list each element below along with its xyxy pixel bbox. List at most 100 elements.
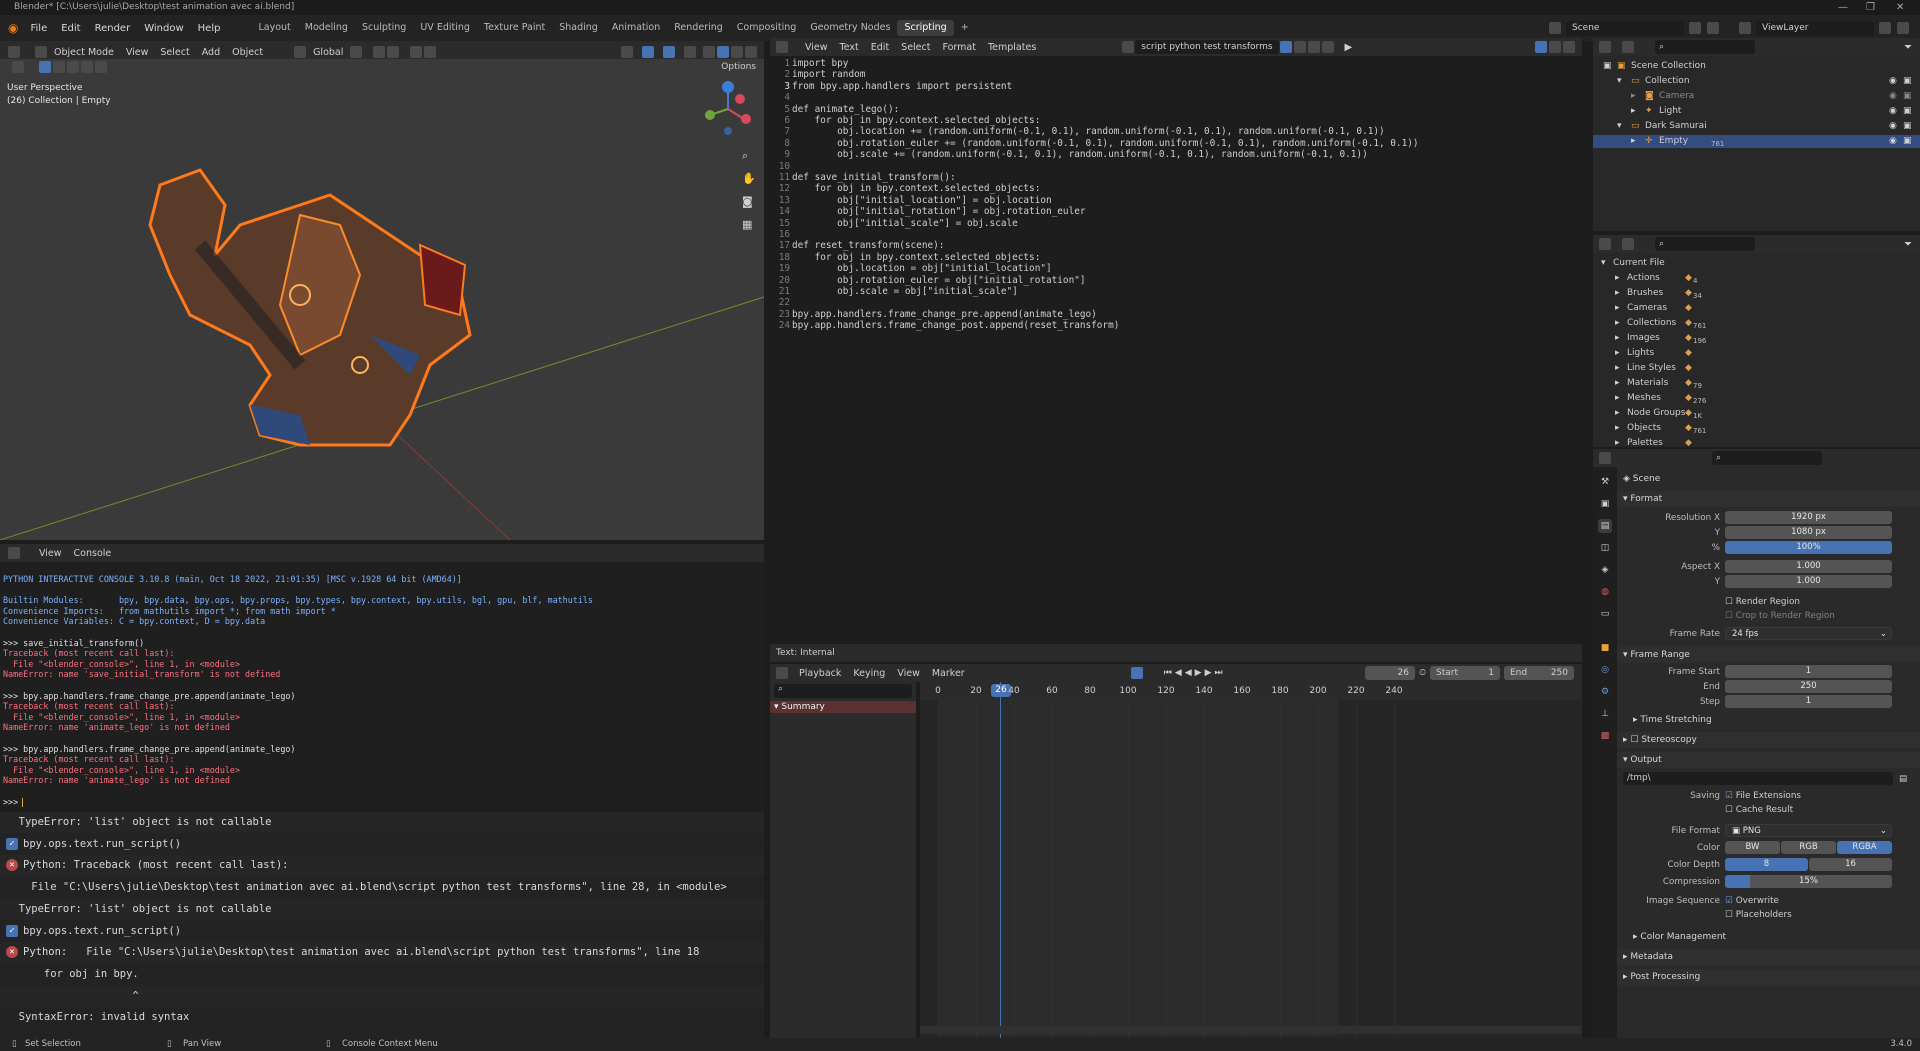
color-rgba-button[interactable]: RGBA: [1837, 841, 1892, 854]
add-workspace-icon[interactable]: +: [954, 20, 976, 36]
code-line[interactable]: 23 bpy.app.handlers.frame_change_pre.appe…: [770, 309, 1578, 320]
snap-icon[interactable]: [373, 46, 386, 58]
tab-layout[interactable]: Layout: [251, 20, 297, 36]
select-invert-icon[interactable]: [81, 61, 93, 73]
code-line[interactable]: 16: [770, 229, 1578, 240]
tab-scripting[interactable]: Scripting: [897, 20, 954, 36]
python-console[interactable]: PYTHON INTERACTIVE CONSOLE 3.10.8 (main,…: [0, 562, 764, 812]
info-log-entry[interactable]: File "C:\Users\julie\Desktop\test animat…: [0, 877, 764, 898]
run-script-icon[interactable]: ▶: [1345, 42, 1353, 53]
new-viewlayer-icon[interactable]: [1879, 22, 1891, 34]
code-line[interactable]: 19 obj.location = obj["initial_location"…: [770, 263, 1578, 274]
expand-arrow-icon[interactable]: ▸: [1631, 135, 1636, 148]
constraints-tab-icon[interactable]: ⚙: [1598, 685, 1612, 699]
blendfile-filter-icon[interactable]: ⏷: [1904, 239, 1920, 250]
frame-rate-dropdown[interactable]: 24 fps ⌄: [1725, 627, 1892, 640]
ortho-grid-icon[interactable]: ▦: [742, 218, 752, 231]
info-log-entry[interactable]: ✕ Python: Traceback (most recent call las…: [0, 855, 764, 877]
maximize-icon[interactable]: ❐: [1866, 0, 1875, 15]
outliner-item[interactable]: ▾ ▭ Collection ◉ ▣: [1593, 75, 1920, 88]
editor-type-icon[interactable]: [8, 46, 20, 58]
info-log-entry[interactable]: TypeError: 'list' object is not callable: [0, 898, 764, 920]
timeline-scrollbar[interactable]: [920, 1026, 1582, 1034]
depth-16-button[interactable]: 16: [1809, 858, 1892, 871]
open-text-icon[interactable]: [1307, 41, 1320, 53]
collection-icon[interactable]: ▣: [1603, 60, 1612, 73]
post-processing-panel[interactable]: ▸ Post Processing: [1617, 969, 1920, 985]
playhead-line[interactable]: [1000, 682, 1001, 1038]
outliner-item[interactable]: ▸ ✦ Light ◉ ▣: [1593, 105, 1920, 118]
gizmo-icon[interactable]: [642, 46, 654, 58]
code-line[interactable]: 21 obj.scale = obj["initial_scale"]: [770, 286, 1578, 297]
tab-modeling[interactable]: Modeling: [298, 20, 355, 36]
outliner[interactable]: ▣ ▣ Scene Collection ▾ ▭ Collection ◉ ▣ ▸ ◙ Camera…: [1593, 56, 1920, 231]
code-line[interactable]: 7 obj.location += (random.uniform(-0.1, …: [770, 126, 1578, 137]
blendfile-category[interactable]: ▸ Actions ◆ 4: [1593, 272, 1920, 285]
timeline-menu-keying[interactable]: Keying: [847, 668, 891, 679]
minimize-icon[interactable]: —: [1838, 0, 1848, 15]
code-line[interactable]: 1 import bpy: [770, 58, 1578, 69]
viewlayer-selector[interactable]: ViewLayer: [1756, 20, 1874, 36]
tab-shading[interactable]: Shading: [552, 20, 605, 36]
tab-rendering[interactable]: Rendering: [667, 20, 730, 36]
overlay-icon[interactable]: [663, 46, 675, 58]
unlink-text-icon[interactable]: [1321, 41, 1334, 53]
format-panel-header[interactable]: ▾ Format: [1617, 491, 1920, 507]
color-bw-button[interactable]: BW: [1725, 841, 1780, 854]
blendfile-category[interactable]: ▸ Images ◆ 196: [1593, 332, 1920, 345]
render-camera-icon[interactable]: ▣: [1903, 90, 1912, 103]
output-tab-icon[interactable]: ▤: [1598, 519, 1612, 533]
syntax-highlight-icon[interactable]: [1563, 41, 1575, 53]
resolution-y-field[interactable]: 1080 px: [1725, 526, 1892, 539]
text-menu-edit[interactable]: Edit: [865, 42, 895, 53]
object-tab-icon[interactable]: ■: [1598, 641, 1612, 655]
blendfile-category[interactable]: ▸ Objects ◆ 761: [1593, 422, 1920, 435]
object-mode-dropdown[interactable]: Object Mode: [48, 47, 120, 58]
pan-hand-icon[interactable]: ✋: [742, 172, 756, 185]
code-line[interactable]: 5 def animate_lego():: [770, 104, 1578, 115]
navigation-gizmo[interactable]: [696, 79, 760, 135]
physics-tab-icon[interactable]: ◎: [1598, 663, 1612, 677]
blendfile-category[interactable]: ▸ Materials ◆ 79: [1593, 377, 1920, 390]
code-line[interactable]: 6 for obj in bpy.context.selected_object…: [770, 115, 1578, 126]
time-stretching-panel[interactable]: ▸ Time Stretching: [1617, 712, 1920, 728]
visibility-eye-icon[interactable]: ◉: [1889, 90, 1897, 103]
outliner-editor-type-icon[interactable]: [1599, 41, 1611, 53]
preview-range-icon[interactable]: ⏲: [1419, 668, 1426, 678]
code-line[interactable]: 20 obj.rotation_euler = obj["initial_rot…: [770, 275, 1578, 286]
outliner-item[interactable]: ▣ ▣ Scene Collection: [1593, 60, 1920, 73]
blendfile-category[interactable]: ▸ Node Groups ◆ 1K: [1593, 407, 1920, 420]
compression-slider[interactable]: 15%: [1725, 875, 1892, 888]
fake-user-icon[interactable]: [1279, 41, 1292, 53]
code-line[interactable]: 8 obj.rotation_euler += (random.uniform(…: [770, 138, 1578, 149]
select-intersect-icon[interactable]: [95, 61, 107, 73]
world-tab-icon[interactable]: ◍: [1598, 585, 1612, 599]
text-editor[interactable]: 1 import bpy 2 import random 3 from bpy.app.h…: [770, 56, 1582, 642]
filter-icon[interactable]: ⏷: [1904, 42, 1920, 53]
xray-icon[interactable]: [684, 46, 696, 58]
code-line[interactable]: 15 obj["initial_scale"] = obj.scale: [770, 218, 1578, 229]
blender-logo-icon[interactable]: ◉: [0, 21, 23, 35]
collection-tab-icon[interactable]: ▭: [1598, 607, 1612, 621]
text-menu-format[interactable]: Format: [936, 42, 981, 53]
timeline-menu-view[interactable]: View: [891, 668, 926, 679]
output-panel-header[interactable]: ▾ Output: [1617, 752, 1920, 768]
code-line[interactable]: 22: [770, 297, 1578, 308]
visibility-eye-icon[interactable]: ◉: [1889, 105, 1897, 118]
tab-uv-editing[interactable]: UV Editing: [413, 20, 477, 36]
text-editor-type-icon[interactable]: [776, 41, 788, 53]
menu-window[interactable]: Window: [137, 23, 190, 34]
blendfile-editor-type-icon[interactable]: [1599, 238, 1611, 250]
crop-region-checkbox[interactable]: ☐ Crop to Render Region: [1725, 609, 1835, 623]
expand-arrow-icon[interactable]: ▸: [1631, 90, 1636, 103]
metadata-panel[interactable]: ▸ Metadata: [1617, 949, 1920, 965]
visibility-icon[interactable]: [621, 46, 633, 58]
select-tool-icon[interactable]: [12, 61, 24, 73]
tab-sculpting[interactable]: Sculpting: [355, 20, 413, 36]
code-line[interactable]: 11 def save_initial_transform():: [770, 172, 1578, 183]
code-line[interactable]: 14 obj["initial_rotation"] = obj.rotatio…: [770, 206, 1578, 217]
close-icon[interactable]: ✕: [1896, 0, 1904, 15]
frame-start-field[interactable]: 1: [1725, 665, 1892, 678]
outliner-item[interactable]: ▸ ◙ Camera ◉ ▣: [1593, 90, 1920, 103]
select-subtract-icon[interactable]: [67, 61, 79, 73]
